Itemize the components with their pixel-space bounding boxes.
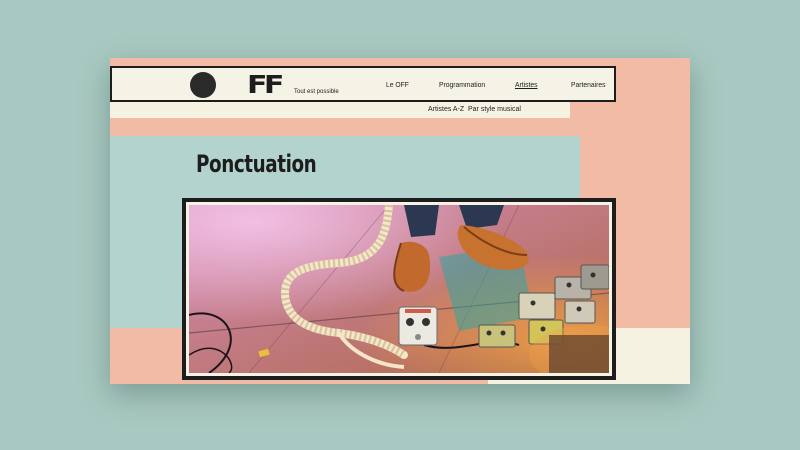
nav-item-programmation[interactable]: Programmation bbox=[439, 80, 485, 89]
featured-photo-frame bbox=[182, 198, 616, 380]
subnav-item-artistes-a-z[interactable]: Artistes A-Z bbox=[428, 106, 464, 113]
subnav-item-par-style-musical[interactable]: Par style musical bbox=[468, 106, 521, 113]
nav-item-le-off[interactable]: Le OFF bbox=[386, 80, 409, 89]
nav-item-artistes[interactable]: Artistes bbox=[515, 80, 538, 89]
logo-circle-icon[interactable] bbox=[190, 72, 216, 98]
sub-navigation: Artistes A-Z Par style musical bbox=[110, 102, 570, 118]
page-title: Ponctuation bbox=[196, 150, 317, 178]
stage-pedals-photo bbox=[189, 205, 609, 373]
logo-wordmark[interactable]: FF bbox=[247, 70, 284, 100]
top-navigation-bar: FF Tout est possible Le OFF Programmatio… bbox=[110, 66, 616, 102]
logo-tagline: Tout est possible bbox=[294, 89, 339, 95]
browser-page: FF Tout est possible Le OFF Programmatio… bbox=[110, 58, 690, 384]
nav-item-partenaires[interactable]: Partenaires bbox=[571, 80, 606, 89]
